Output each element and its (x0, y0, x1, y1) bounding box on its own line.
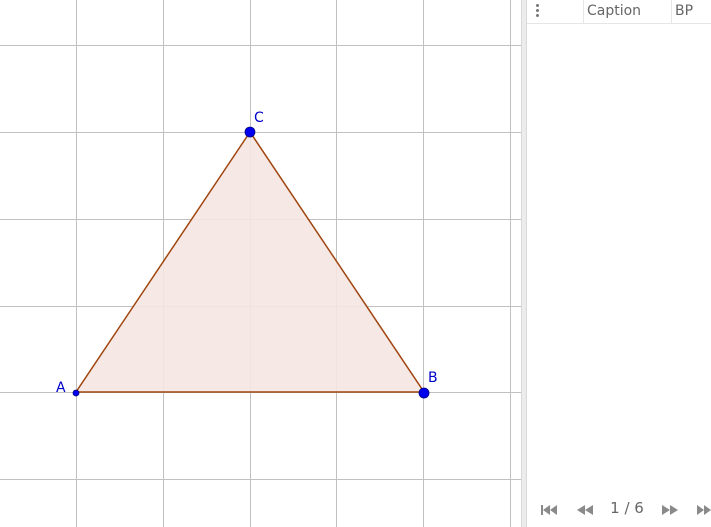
graphics-canvas[interactable]: A B C (0, 0, 521, 527)
more-options-icon[interactable] (536, 4, 540, 20)
next-step-icon[interactable] (660, 502, 680, 518)
first-step-icon[interactable] (539, 502, 559, 518)
point-c[interactable] (244, 126, 256, 138)
point-b[interactable] (418, 387, 430, 399)
point-a-label: A (56, 380, 66, 396)
point-c-label: C (254, 110, 264, 126)
column-menu-cell[interactable] (527, 0, 584, 23)
protocol-table-header: Caption BP (527, 0, 711, 24)
point-a[interactable] (72, 389, 80, 397)
step-counter: 1 / 6 (610, 499, 644, 517)
previous-step-icon[interactable] (575, 502, 595, 518)
column-header-caption[interactable]: Caption (584, 0, 672, 23)
triangle-polygon[interactable] (76, 132, 424, 392)
last-step-icon[interactable] (695, 502, 711, 518)
column-header-breakpoint[interactable]: BP (672, 0, 711, 23)
point-b-label: B (428, 370, 438, 386)
construction-protocol-panel: Caption BP 1 / 6 (527, 0, 711, 527)
protocol-navigation-bar: 1 / 6 (527, 492, 711, 527)
graphics-view[interactable]: A B C (0, 0, 521, 527)
